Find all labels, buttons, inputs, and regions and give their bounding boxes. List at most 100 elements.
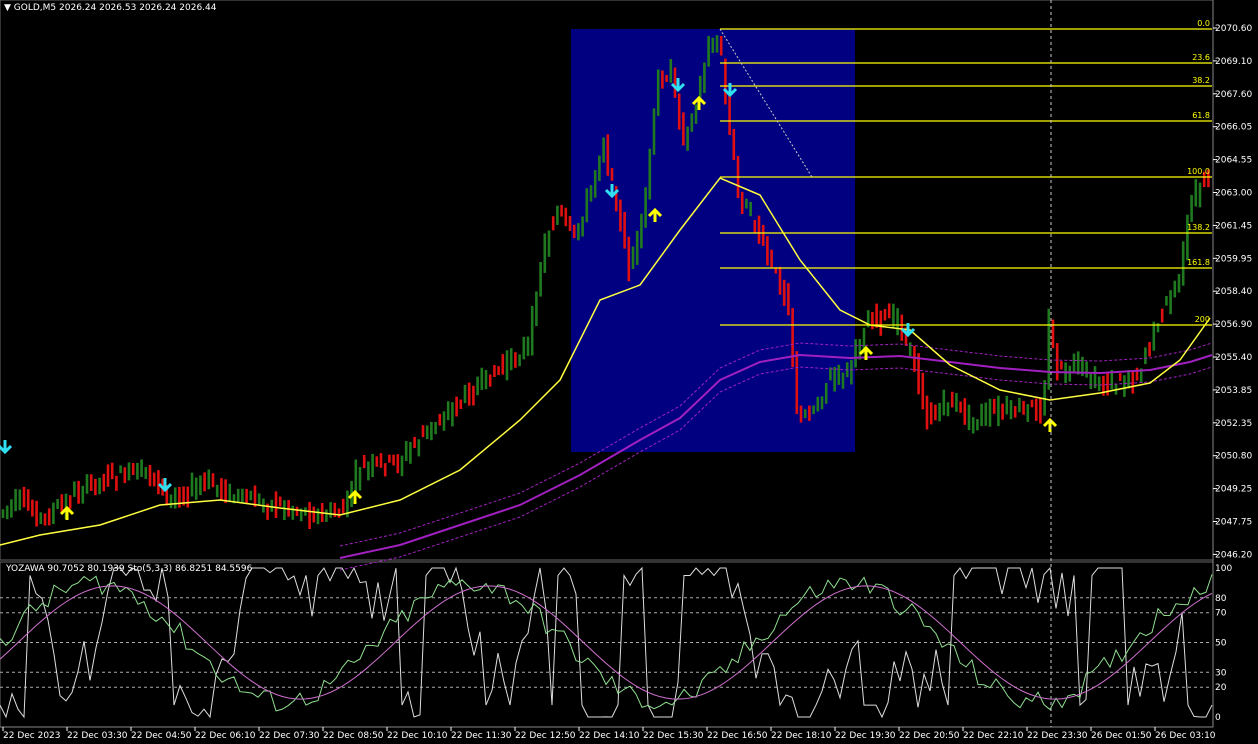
candle-bar xyxy=(526,336,530,356)
price-label: 2059.95 xyxy=(1215,254,1252,264)
candle-bar xyxy=(396,454,400,474)
candle-bar xyxy=(694,104,698,124)
candle-bar xyxy=(446,401,450,421)
price-label: 2064.55 xyxy=(1215,156,1252,166)
candle-bar xyxy=(325,509,328,522)
candle-bar xyxy=(136,462,139,480)
candle-bar xyxy=(690,113,694,132)
candle-bar xyxy=(619,199,622,232)
candle-bar xyxy=(148,464,152,487)
candle-bar xyxy=(1013,406,1017,418)
candle-bar xyxy=(484,369,488,390)
candle-bar xyxy=(946,402,950,417)
candle-bar xyxy=(514,352,517,368)
dropdown-arrow-icon[interactable]: ▼ xyxy=(4,3,11,13)
price-label: 2066.05 xyxy=(1215,123,1252,133)
candle-bar xyxy=(1131,371,1135,394)
candle-bar xyxy=(976,419,979,431)
candle-bar xyxy=(362,454,366,469)
candle-bar xyxy=(1001,403,1004,420)
candle-bar xyxy=(757,215,761,244)
candle-bar xyxy=(602,137,605,163)
candle-bar xyxy=(556,205,559,225)
symbol-name: GOLD,M5 xyxy=(13,3,57,13)
candle-bar xyxy=(698,75,702,98)
candle-bar xyxy=(934,404,937,421)
candle-bar xyxy=(1005,395,1009,415)
candle-bar xyxy=(1160,308,1164,323)
candle-bar xyxy=(316,508,320,525)
candle-bar xyxy=(140,459,143,477)
candle-bar xyxy=(43,513,47,526)
time-label: 22 Dec 22:10 xyxy=(963,731,1024,741)
candle-bar xyxy=(623,211,626,249)
price-label: 2053.85 xyxy=(1215,386,1252,396)
candle-bar xyxy=(379,453,383,468)
candle-bar xyxy=(677,93,681,130)
candle-bar xyxy=(85,474,89,494)
candle-bar xyxy=(102,473,106,492)
oscillator-level-label: 80 xyxy=(1215,594,1227,604)
candle-bar xyxy=(518,354,521,367)
candle-bar xyxy=(337,508,341,518)
fib-level-label: 0.0 xyxy=(1197,19,1210,28)
candle-bar xyxy=(157,470,160,495)
candle-bar xyxy=(929,402,933,425)
candle-bar xyxy=(434,422,437,435)
candle-bar xyxy=(887,303,891,319)
candle-bar xyxy=(1068,365,1072,382)
candle-bar xyxy=(291,505,295,520)
candle-bar xyxy=(896,308,899,336)
candle-bar xyxy=(766,236,769,266)
candle-bar xyxy=(564,207,568,227)
candle-bar xyxy=(186,486,190,508)
range-highlight-box[interactable] xyxy=(571,29,855,452)
candle-bar xyxy=(585,188,589,223)
candle-bar xyxy=(749,201,752,217)
candle-bar xyxy=(358,467,362,491)
candle-bar xyxy=(1123,375,1126,397)
candle-bar xyxy=(354,459,358,492)
candle-bar xyxy=(854,339,857,368)
time-label: 26 Dec 03:10 xyxy=(1155,731,1216,741)
candle-bar xyxy=(656,69,660,116)
price-label: 2052.35 xyxy=(1215,419,1252,429)
candle-bar xyxy=(791,308,794,368)
fib-level-label: 161.8 xyxy=(1187,258,1210,267)
candle-bar xyxy=(203,472,206,492)
candle-bar xyxy=(119,465,122,474)
candle-bar xyxy=(417,439,421,457)
candle-bar xyxy=(648,148,652,200)
candle-bar xyxy=(971,417,975,434)
fib-level-label: 138.2 xyxy=(1187,223,1210,232)
candle-bar xyxy=(312,506,316,523)
candle-bar xyxy=(131,462,135,476)
candle-bar xyxy=(719,35,723,56)
candle-bar xyxy=(610,167,614,181)
candle-bar xyxy=(1173,280,1177,298)
time-label: 22 Dec 04:50 xyxy=(131,731,192,741)
time-label: 22 Dec 08:50 xyxy=(323,731,384,741)
candle-bar xyxy=(144,467,148,479)
candle-bar xyxy=(472,385,475,406)
price-label: 2049.25 xyxy=(1215,485,1252,495)
candle-bar xyxy=(94,478,97,496)
candle-bar xyxy=(438,413,442,426)
sell-arrow-icon xyxy=(0,440,13,455)
candle-bar xyxy=(581,216,584,237)
candle-bar xyxy=(207,469,211,490)
candle-bar xyxy=(295,506,299,516)
chart-canvas[interactable]: 0.023.638.261.8100.0138.2161.8200 100807… xyxy=(0,0,1258,744)
candle-bar xyxy=(493,365,496,378)
candle-bar xyxy=(421,425,425,438)
candle-bar xyxy=(925,395,929,430)
candle-bar xyxy=(1018,397,1021,413)
candle-bar xyxy=(631,246,635,269)
candle-bar xyxy=(1097,376,1101,391)
price-label: 2070.60 xyxy=(1215,24,1252,34)
fib-level-label: 100.0 xyxy=(1187,167,1210,176)
price-label: 2069.10 xyxy=(1215,57,1252,67)
candle-bar xyxy=(535,291,538,327)
time-label: 26 Dec 01:50 xyxy=(1091,731,1152,741)
candle-bar xyxy=(871,312,874,330)
